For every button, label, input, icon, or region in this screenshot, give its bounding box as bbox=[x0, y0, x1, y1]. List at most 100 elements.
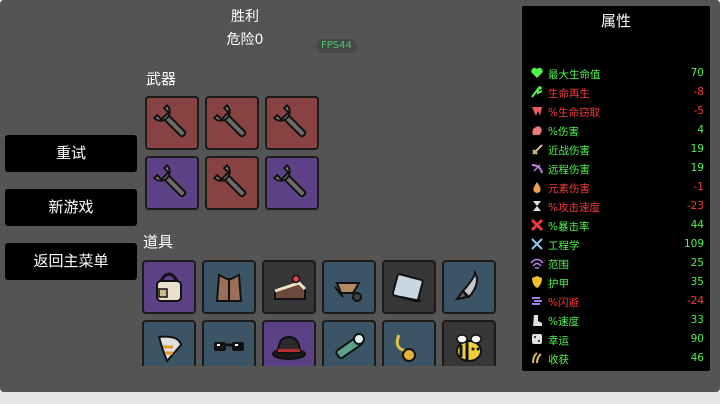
stat-row: 护甲 35 bbox=[530, 273, 704, 292]
stat-label: %生命窃取 bbox=[548, 107, 600, 119]
rocket-icon bbox=[454, 269, 478, 301]
wrench-icon bbox=[272, 103, 307, 138]
stat-row: %攻击速度 -23 bbox=[530, 197, 704, 216]
item-slot[interactable] bbox=[322, 320, 376, 366]
item-slot[interactable] bbox=[202, 320, 256, 366]
bottom-strip bbox=[0, 392, 720, 404]
shield-icon bbox=[532, 276, 542, 288]
item-slot[interactable] bbox=[382, 260, 436, 314]
stat-value: 35 bbox=[690, 276, 704, 288]
item-slot[interactable] bbox=[322, 260, 376, 314]
stat-label: 生命再生 bbox=[548, 88, 590, 100]
item-slot[interactable] bbox=[442, 260, 496, 314]
stat-label: 工程学 bbox=[548, 240, 580, 252]
stat-value: 90 bbox=[690, 333, 704, 345]
muscle-icon bbox=[532, 126, 542, 135]
crit-icon bbox=[530, 218, 544, 232]
wrench-icon bbox=[212, 103, 247, 138]
retry-button[interactable]: 重试 bbox=[5, 135, 137, 172]
bag-icon bbox=[156, 272, 182, 302]
stat-label: %攻击速度 bbox=[548, 202, 600, 214]
stat-value: 19 bbox=[690, 162, 704, 174]
stat-row: 收获 46 bbox=[530, 349, 704, 368]
harvest-icon bbox=[532, 352, 542, 364]
main-menu-button[interactable]: 返回主菜单 bbox=[5, 243, 137, 280]
glasses-icon bbox=[214, 342, 244, 351]
pendant-icon bbox=[395, 334, 416, 362]
item-slot[interactable] bbox=[262, 260, 316, 314]
items-heading: 道具 bbox=[143, 233, 174, 251]
items-grid bbox=[140, 258, 518, 366]
stat-value: 109 bbox=[683, 238, 704, 250]
stat-label: 护甲 bbox=[548, 278, 569, 290]
stat-row: 元素伤害 -1 bbox=[530, 178, 704, 197]
stat-label: 远程伤害 bbox=[548, 164, 590, 176]
stat-row: 工程学 109 bbox=[530, 235, 704, 254]
stat-label: %闪避 bbox=[548, 297, 579, 309]
weapon-slot[interactable] bbox=[265, 96, 319, 150]
stat-row: %闪避 -24 bbox=[530, 292, 704, 311]
stat-row: 近战伤害 19 bbox=[530, 140, 704, 159]
stat-label: 元素伤害 bbox=[548, 183, 590, 195]
bee-icon bbox=[456, 334, 482, 362]
stats-panel: 属性 最大生命值 70 生命再生 -8 %生命窃取 -5 %伤害 4 近战伤害 19 远程伤害 19 元… bbox=[522, 6, 710, 371]
weapons-heading: 武器 bbox=[146, 70, 177, 88]
stat-value: 44 bbox=[690, 219, 704, 231]
result-title: 胜利 bbox=[231, 9, 259, 25]
fang-icon bbox=[532, 107, 542, 116]
stat-row: 范围 25 bbox=[530, 254, 704, 273]
heart-icon bbox=[531, 67, 543, 78]
boot-icon bbox=[533, 315, 542, 326]
stat-row: 最大生命值 70 bbox=[530, 64, 704, 83]
wrench-icon bbox=[152, 163, 187, 198]
stat-value: -8 bbox=[693, 86, 704, 98]
bowler-hat-icon bbox=[272, 335, 306, 360]
stat-row: 幸运 90 bbox=[530, 330, 704, 349]
wrench-icon bbox=[152, 103, 187, 138]
stat-row: 生命再生 -8 bbox=[530, 83, 704, 102]
stat-value: 4 bbox=[697, 124, 704, 136]
item-slot[interactable] bbox=[202, 260, 256, 314]
stat-label: %伤害 bbox=[548, 126, 579, 138]
sword-icon bbox=[532, 144, 543, 155]
stats-title: 属性 bbox=[600, 12, 631, 30]
ranged-icon bbox=[531, 164, 543, 174]
wheelbarrow-icon bbox=[334, 282, 362, 302]
stat-row: %暴击率 44 bbox=[530, 216, 704, 235]
stat-value: -5 bbox=[693, 105, 704, 117]
stat-row: %生命窃取 -5 bbox=[530, 102, 704, 121]
weapon-slot[interactable] bbox=[205, 156, 259, 210]
item-slot[interactable] bbox=[442, 320, 496, 366]
claw-icon bbox=[157, 335, 183, 363]
stat-label: 收获 bbox=[548, 354, 569, 366]
wrench-icon bbox=[272, 163, 307, 198]
stat-value: 46 bbox=[690, 352, 704, 364]
tools-icon bbox=[531, 238, 543, 250]
stat-label: 幸运 bbox=[548, 335, 569, 347]
item-slot[interactable] bbox=[142, 320, 196, 366]
item-slot[interactable] bbox=[142, 260, 196, 314]
item-slot[interactable] bbox=[382, 320, 436, 366]
weapon-slot[interactable] bbox=[265, 156, 319, 210]
stat-label: 范围 bbox=[548, 259, 569, 271]
stat-label: %速度 bbox=[548, 316, 579, 328]
stat-value: 25 bbox=[690, 257, 704, 269]
weapon-slot[interactable] bbox=[205, 96, 259, 150]
stat-label: %暴击率 bbox=[548, 221, 590, 233]
stat-value: -23 bbox=[686, 200, 704, 212]
weapon-slot[interactable] bbox=[145, 96, 199, 150]
weapon-slot[interactable] bbox=[145, 156, 199, 210]
stat-value: -24 bbox=[686, 295, 704, 307]
fps-counter: FPS44 bbox=[316, 39, 357, 53]
danger-level: 危险0 bbox=[226, 32, 264, 48]
stat-value: -1 bbox=[693, 181, 704, 193]
stat-label: 最大生命值 bbox=[548, 69, 601, 81]
stat-value: 19 bbox=[690, 143, 704, 155]
item-slot[interactable] bbox=[262, 320, 316, 366]
wrench-icon bbox=[212, 163, 247, 198]
stat-row: %伤害 4 bbox=[530, 121, 704, 140]
spyglass-icon bbox=[335, 333, 365, 359]
stat-value: 70 bbox=[690, 67, 704, 79]
new-game-button[interactable]: 新游戏 bbox=[5, 189, 137, 226]
stat-row: %速度 33 bbox=[530, 311, 704, 330]
